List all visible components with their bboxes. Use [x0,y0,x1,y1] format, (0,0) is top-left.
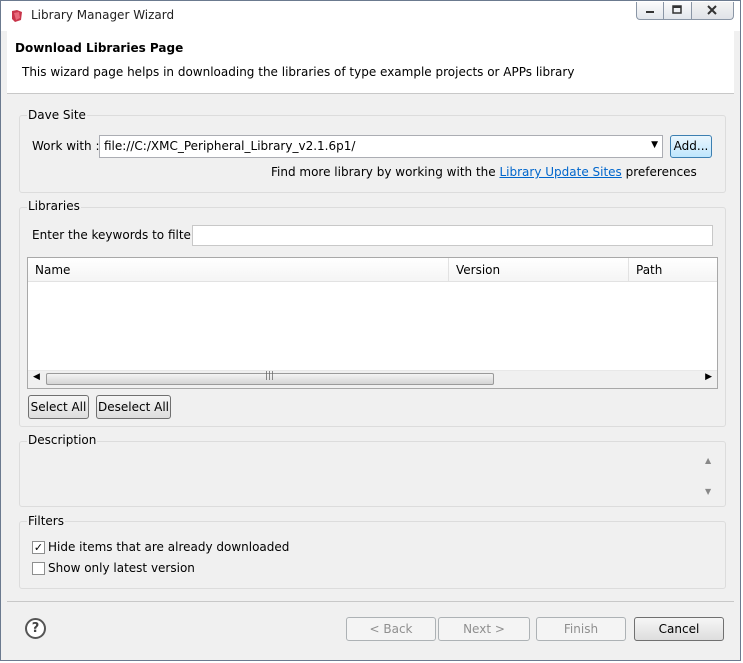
next-button[interactable]: Next > [438,617,530,641]
deselect-all-button[interactable]: Deselect All [96,395,171,419]
finish-button[interactable]: Finish [536,617,626,641]
grip-icon: ||| [265,371,275,381]
filter-label: Enter the keywords to filter : [32,228,204,242]
column-header-name[interactable]: Name [28,258,449,282]
libraries-table[interactable]: Name Version Path ◀ ||| ▶ [27,257,718,389]
latest-only-label[interactable]: Show only latest version [48,561,195,575]
hide-downloaded-checkbox[interactable]: ✓ [32,541,45,554]
app-icon [10,9,24,23]
filters-group [19,521,726,589]
page-description: This wizard page helps in downloading th… [22,65,575,79]
filters-label: Filters [27,514,65,528]
window-title: Library Manager Wizard [31,8,175,22]
horizontal-scrollbar[interactable]: ◀ ||| ▶ [28,370,717,388]
maximize-button[interactable] [664,2,692,20]
minimize-button[interactable] [636,2,664,20]
add-button[interactable]: Add... [670,135,712,158]
libraries-label: Libraries [27,199,81,213]
minimize-icon [646,11,654,13]
select-all-button[interactable]: Select All [28,395,89,419]
scroll-down-icon[interactable]: ▼ [705,487,711,496]
scroll-right-icon[interactable]: ▶ [705,372,712,382]
description-group [19,441,726,507]
work-with-label: Work with : [32,139,100,153]
maximize-icon [672,5,682,14]
footer-separator [7,601,734,602]
back-button[interactable]: < Back [346,617,436,641]
dave-site-label: Dave Site [27,108,87,122]
hide-downloaded-label[interactable]: Hide items that are already downloaded [48,540,289,554]
scrollbar-thumb[interactable]: ||| [46,371,494,385]
library-update-sites-link[interactable]: Library Update Sites [499,165,621,179]
work-with-combo[interactable]: file://C:/XMC_Peripheral_Library_v2.1.6p… [99,135,663,158]
work-with-value: file://C:/XMC_Peripheral_Library_v2.1.6p… [104,139,356,153]
latest-only-checkbox[interactable] [32,562,45,575]
wizard-header: Download Libraries Page This wizard page… [7,31,734,94]
cancel-button[interactable]: Cancel [634,617,724,641]
page-title: Download Libraries Page [15,41,184,55]
description-label: Description [27,433,98,447]
title-bar[interactable]: Library Manager Wizard [1,1,740,31]
column-header-path[interactable]: Path [629,258,717,282]
find-more-prefix: Find more library by working with the [271,165,496,179]
find-more-suffix: preferences [625,165,697,179]
filter-input[interactable] [192,225,713,246]
wizard-window: Library Manager Wizard Download Librarie… [0,0,741,661]
column-header-version[interactable]: Version [449,258,629,282]
scroll-left-icon[interactable]: ◀ [33,372,40,382]
find-more-text: Find more library by working with the Li… [271,165,697,179]
close-button[interactable] [692,2,734,20]
scroll-up-icon[interactable]: ▲ [705,456,711,465]
chevron-down-icon[interactable]: ▼ [651,140,658,150]
help-icon[interactable]: ? [25,618,46,639]
close-icon [707,5,717,15]
